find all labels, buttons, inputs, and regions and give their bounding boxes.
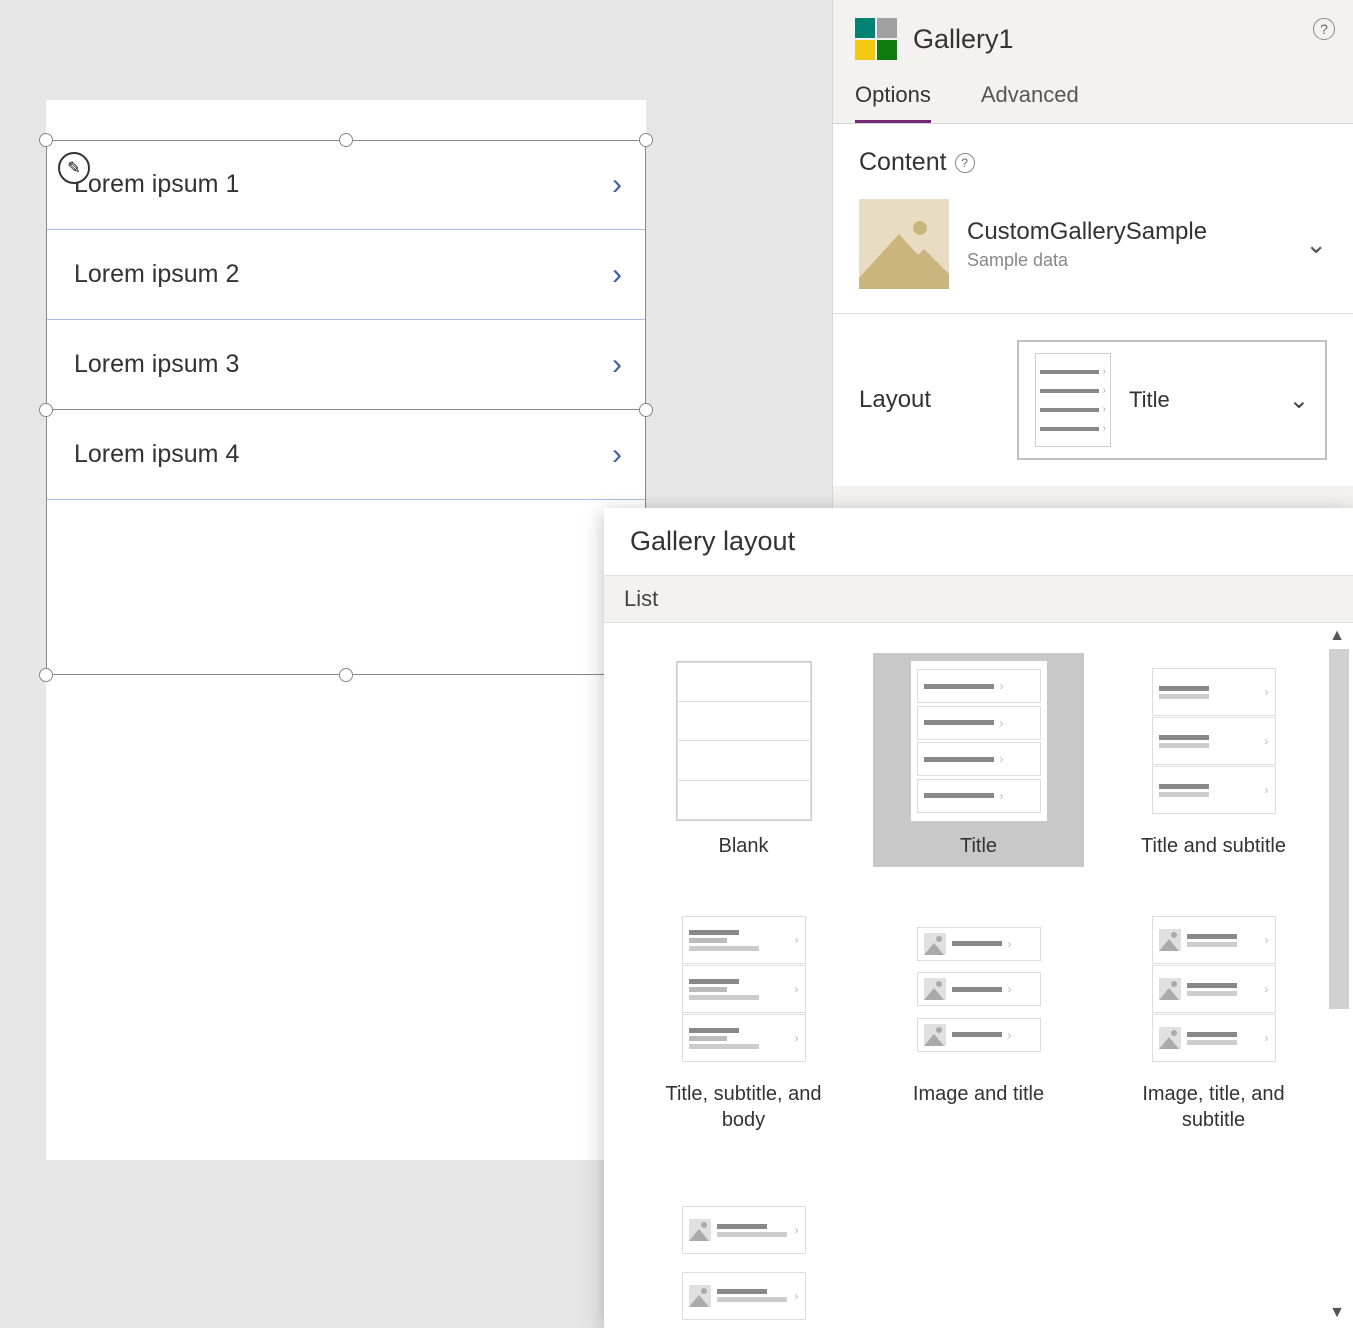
gallery-row-title: Lorem ipsum 4 bbox=[74, 440, 239, 469]
layout-option-thumb: › › › bbox=[676, 909, 812, 1069]
layout-option-label: Title bbox=[960, 833, 997, 859]
layout-option-image-title[interactable]: › › › Image and title bbox=[873, 901, 1084, 1141]
content-label: Content bbox=[859, 148, 947, 177]
scrollbar-thumb[interactable] bbox=[1329, 649, 1349, 1009]
layout-option-title[interactable]: › › › › Title bbox=[873, 653, 1084, 867]
tab-options[interactable]: Options bbox=[855, 70, 931, 123]
gallery-row-title: Lorem ipsum 3 bbox=[74, 350, 239, 379]
gallery-row[interactable]: Lorem ipsum 4 › bbox=[46, 410, 646, 500]
scroll-up-icon[interactable]: ▲ bbox=[1327, 627, 1347, 645]
gallery-row[interactable]: Lorem ipsum 2 › bbox=[46, 230, 646, 320]
datasource-picker[interactable]: CustomGallerySample Sample data ⌄ bbox=[859, 199, 1327, 289]
chevron-right-icon[interactable]: › bbox=[612, 258, 622, 292]
pane-body: Content ? CustomGallerySample Sample dat… bbox=[833, 124, 1353, 486]
layout-option-thumb: › › bbox=[676, 1183, 812, 1328]
layout-option-title-subtitle-body[interactable]: › › › Title, subtitle, and body bbox=[638, 901, 849, 1141]
layout-option-label: Blank bbox=[718, 833, 768, 859]
layout-option-thumb: › › › bbox=[911, 909, 1047, 1069]
pane-header: Gallery1 ? bbox=[833, 0, 1353, 70]
datasource-thumbnail-icon bbox=[859, 199, 949, 289]
pane-tabs: Options Advanced bbox=[833, 70, 1353, 124]
content-section: Content ? CustomGallerySample Sample dat… bbox=[833, 124, 1353, 314]
datasource-name: CustomGallerySample bbox=[967, 218, 1287, 246]
layout-option-thumb bbox=[676, 661, 812, 821]
chevron-down-icon[interactable]: ⌄ bbox=[1305, 229, 1327, 260]
flyout-scroll-area[interactable]: ▲ ▼ Blank › › › › Title bbox=[604, 623, 1353, 1328]
flyout-title: Gallery layout bbox=[604, 508, 1353, 575]
help-icon[interactable]: ? bbox=[955, 153, 975, 173]
gallery-control[interactable]: Lorem ipsum 1 › Lorem ipsum 2 › Lorem ip… bbox=[46, 140, 646, 500]
gallery-row-title: Lorem ipsum 2 bbox=[74, 260, 239, 289]
chevron-right-icon[interactable]: › bbox=[612, 348, 622, 382]
layout-option-thumb: › › › bbox=[1146, 909, 1282, 1069]
gallery-icon bbox=[855, 18, 897, 60]
layout-dropdown[interactable]: › › › › Title ⌄ bbox=[1017, 340, 1327, 460]
layout-section: Layout › › › › Title ⌄ bbox=[833, 314, 1353, 486]
layout-option-thumb: › › › › bbox=[911, 661, 1047, 821]
layout-label: Layout bbox=[859, 386, 989, 414]
gallery-layout-flyout: Gallery layout List ▲ ▼ Blank › › › › bbox=[604, 508, 1353, 1328]
layout-thumbnail-icon: › › › › bbox=[1035, 353, 1111, 447]
pane-title: Gallery1 bbox=[913, 24, 1014, 55]
layout-option-blank[interactable]: Blank bbox=[638, 653, 849, 867]
layout-option-image-title-subtitle[interactable]: › › › Image, title, and subtitle bbox=[1108, 901, 1319, 1141]
tab-advanced[interactable]: Advanced bbox=[981, 70, 1079, 123]
layout-option-thumb: › › › bbox=[1146, 661, 1282, 821]
layout-option-title-subtitle[interactable]: › › › Title and subtitle bbox=[1108, 653, 1319, 867]
scroll-down-icon[interactable]: ▼ bbox=[1327, 1304, 1347, 1322]
layout-option-label: Title and subtitle bbox=[1141, 833, 1286, 859]
layout-option-label: Image, title, and subtitle bbox=[1116, 1081, 1311, 1133]
datasource-info: CustomGallerySample Sample data bbox=[967, 218, 1287, 271]
content-section-title: Content ? bbox=[859, 148, 1327, 177]
chevron-right-icon[interactable]: › bbox=[612, 168, 622, 202]
datasource-subtitle: Sample data bbox=[967, 250, 1287, 271]
gallery-row[interactable]: Lorem ipsum 3 › bbox=[46, 320, 646, 410]
layout-option-more[interactable]: › › bbox=[638, 1175, 849, 1328]
gallery-row-title: Lorem ipsum 1 bbox=[74, 170, 239, 199]
layout-option-label: Title, subtitle, and body bbox=[646, 1081, 841, 1133]
chevron-down-icon[interactable]: ⌄ bbox=[1289, 386, 1309, 415]
chevron-right-icon[interactable]: › bbox=[612, 438, 622, 472]
edit-icon[interactable]: ✎ bbox=[58, 152, 90, 184]
gallery-row[interactable]: Lorem ipsum 1 › bbox=[46, 140, 646, 230]
layout-options-grid: Blank › › › › Title › › › Title an bbox=[604, 623, 1353, 1261]
layout-option-label: Image and title bbox=[913, 1081, 1044, 1107]
layout-selected-value: Title bbox=[1129, 387, 1271, 413]
help-icon[interactable]: ? bbox=[1313, 18, 1335, 40]
flyout-section-list: List bbox=[604, 575, 1353, 623]
